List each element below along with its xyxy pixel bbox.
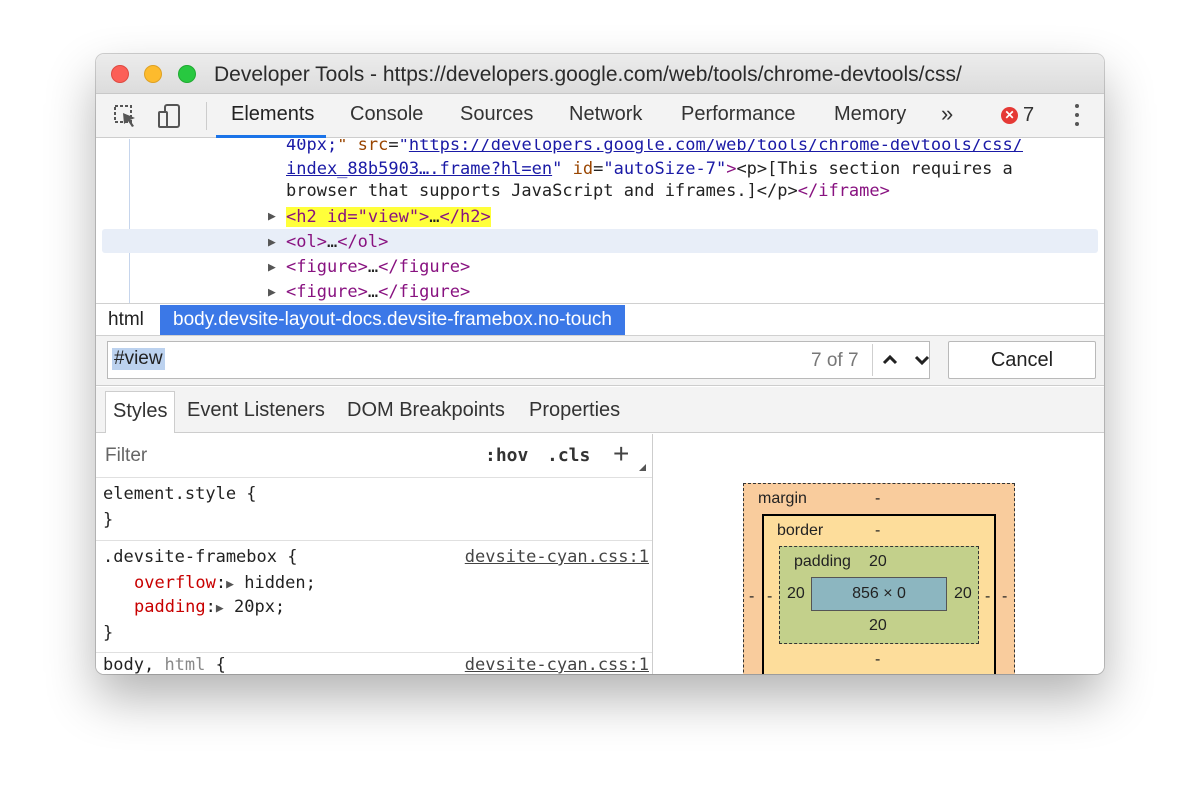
search-field[interactable]: #view 7 of 7: [107, 341, 930, 379]
breadcrumb-body-selected[interactable]: body.devsite-layout-docs.devsite-framebo…: [160, 305, 625, 335]
dom-node-ol[interactable]: <ol>…</ol>: [286, 232, 388, 252]
margin-left-value[interactable]: -: [749, 588, 754, 606]
tab-performance[interactable]: Performance: [681, 103, 796, 126]
style-rule-element: element.style { }: [96, 479, 652, 541]
margin-label: margin: [758, 490, 807, 507]
dom-tree[interactable]: 40px;" src="https://developers.google.co…: [96, 139, 1104, 303]
style-rule-body-html: body, html { devsite-cyan.css:1: [96, 653, 652, 674]
rule-source-link[interactable]: devsite-cyan.css:1: [465, 655, 649, 674]
minimize-window-button[interactable]: [144, 65, 162, 83]
styles-filter-input[interactable]: Filter: [105, 445, 147, 467]
search-nav-separator: [872, 344, 873, 376]
dom-line-attr-continued: 40px;" src="https://developers.google.co…: [286, 139, 1023, 155]
sidebar-tabs: Styles Event Listeners DOM Breakpoints P…: [96, 387, 1104, 433]
style-property[interactable]: padding:▶ 20px;: [134, 597, 285, 617]
match-count: 7 of 7: [811, 350, 859, 371]
close-window-button[interactable]: [111, 65, 129, 83]
tab-memory[interactable]: Memory: [834, 103, 906, 126]
tab-elements[interactable]: Elements: [231, 103, 314, 126]
devtools-window: Developer Tools - https://developers.goo…: [96, 54, 1104, 674]
toolbar-separator: [206, 102, 207, 130]
tab-styles[interactable]: Styles: [105, 391, 176, 433]
dom-line-iframe-text: browser that supports JavaScript and ifr…: [286, 181, 890, 201]
tab-network[interactable]: Network: [569, 103, 642, 126]
padding-label: padding: [794, 553, 851, 570]
padding-right-value[interactable]: 20: [954, 585, 972, 603]
box-model-content[interactable]: 856 × 0: [811, 577, 947, 611]
rule-source-link[interactable]: devsite-cyan.css:1: [465, 547, 649, 567]
dom-node-figure[interactable]: <figure>…</figure>: [286, 257, 470, 277]
iframe-src-link-continued[interactable]: index_88b5903….frame?hl=en: [286, 159, 552, 179]
box-model-padding[interactable]: padding 20 20 20 20 856 × 0: [779, 546, 979, 644]
tree-indent-guide: [129, 139, 130, 303]
padding-top-value[interactable]: 20: [869, 553, 887, 571]
expand-triangle-icon[interactable]: ▶: [216, 601, 224, 616]
rule-close-brace: }: [103, 510, 114, 530]
border-label: border: [777, 522, 824, 539]
error-count-badge[interactable]: ✕ 7: [1001, 104, 1034, 127]
box-model-margin[interactable]: margin - - - border - - - - padding 20 2…: [743, 483, 1015, 674]
new-rule-menu-corner-icon[interactable]: [639, 464, 646, 471]
search-input[interactable]: #view: [112, 348, 165, 370]
expand-triangle-icon[interactable]: ▶: [268, 260, 276, 275]
padding-bottom-value[interactable]: 20: [869, 617, 887, 635]
hover-state-toggle[interactable]: :hov: [485, 445, 528, 466]
chevron-down-icon[interactable]: [906, 344, 938, 376]
breadcrumb: html body.devsite-layout-docs.devsite-fr…: [96, 303, 1104, 336]
rule-selector[interactable]: body, html {: [103, 655, 226, 674]
expand-triangle-icon[interactable]: ▶: [268, 235, 276, 250]
class-toggle[interactable]: .cls: [547, 445, 590, 466]
tab-console[interactable]: Console: [350, 103, 423, 126]
zoom-window-button[interactable]: [178, 65, 196, 83]
main-toolbar: Elements Console Sources Network Perform…: [96, 94, 1104, 138]
new-style-rule-icon[interactable]: +: [613, 438, 629, 470]
border-top-value[interactable]: -: [875, 522, 880, 540]
title-bar: Developer Tools - https://developers.goo…: [96, 54, 1104, 94]
box-model-pane: margin - - - border - - - - padding 20 2…: [654, 434, 1104, 674]
margin-right-value[interactable]: -: [1002, 588, 1007, 606]
style-rule-framebox: .devsite-framebox { devsite-cyan.css:1 o…: [96, 541, 652, 653]
error-icon: ✕: [1001, 107, 1018, 124]
dom-node-figure[interactable]: <figure>…</figure>: [286, 282, 470, 302]
dom-line-iframe-id: index_88b5903….frame?hl=en" id="autoSize…: [286, 159, 1013, 179]
more-tabs-button[interactable]: »: [941, 101, 953, 127]
padding-left-value[interactable]: 20: [787, 585, 805, 603]
expand-triangle-icon[interactable]: ▶: [268, 285, 276, 300]
border-left-value[interactable]: -: [767, 588, 772, 606]
tab-dom-breakpoints[interactable]: DOM Breakpoints: [347, 399, 505, 422]
border-right-value[interactable]: -: [985, 588, 990, 606]
search-match-highlight: <h2 id="view">…</h2>: [286, 207, 491, 227]
active-tab-indicator: [216, 135, 326, 138]
styles-filter-row: Filter :hov .cls +: [96, 434, 652, 478]
chevron-up-icon[interactable]: [874, 344, 906, 376]
rule-close-brace: }: [103, 623, 114, 643]
margin-top-value[interactable]: -: [875, 490, 880, 508]
box-model-border[interactable]: border - - - - padding 20 20 20 20 856 ×…: [762, 514, 996, 674]
window-title: Developer Tools - https://developers.goo…: [214, 63, 962, 86]
border-bottom-value[interactable]: -: [875, 651, 880, 669]
cancel-button[interactable]: Cancel: [948, 341, 1096, 379]
iframe-src-link[interactable]: https://developers.google.com/web/tools/…: [409, 139, 1023, 155]
styles-pane: Filter :hov .cls + element.style { } .de…: [96, 434, 653, 674]
tab-event-listeners[interactable]: Event Listeners: [187, 399, 325, 422]
breadcrumb-html[interactable]: html: [108, 309, 144, 331]
style-property[interactable]: overflow:▶ hidden;: [134, 573, 316, 593]
search-bar: #view 7 of 7 Cancel: [96, 336, 1104, 386]
tab-sources[interactable]: Sources: [460, 103, 533, 126]
rule-selector[interactable]: .devsite-framebox {: [103, 547, 297, 567]
expand-triangle-icon[interactable]: ▶: [268, 209, 276, 224]
hovered-node-row: [102, 229, 1098, 253]
tab-properties[interactable]: Properties: [529, 399, 620, 422]
more-options-icon[interactable]: [1073, 104, 1081, 130]
dom-node-h2[interactable]: <h2 id="view">…</h2>: [286, 207, 491, 227]
inspect-element-icon[interactable]: [111, 102, 139, 130]
error-count: 7: [1023, 104, 1035, 126]
device-toolbar-icon[interactable]: [156, 102, 184, 130]
rule-selector[interactable]: element.style {: [103, 484, 257, 504]
expand-triangle-icon[interactable]: ▶: [226, 577, 234, 592]
